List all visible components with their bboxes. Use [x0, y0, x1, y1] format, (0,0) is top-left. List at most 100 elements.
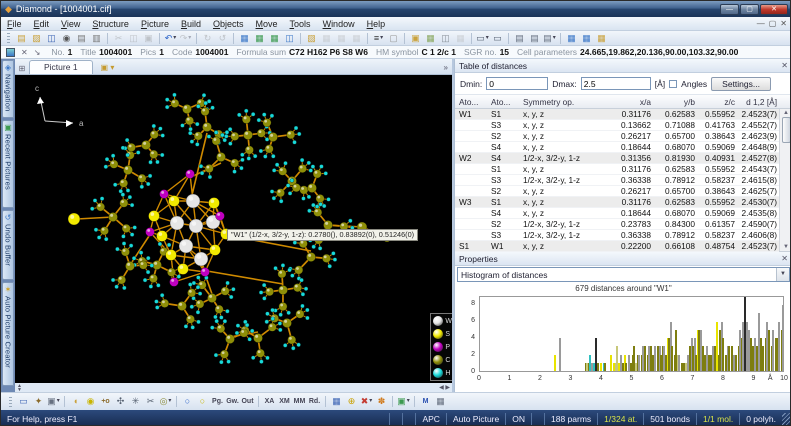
photorealistic-icon[interactable]: ▣▾: [397, 395, 410, 408]
dmax-input[interactable]: [581, 77, 651, 90]
tab-picture-1[interactable]: Picture 1: [29, 60, 93, 74]
page-preview-icon[interactable]: ▤: [75, 32, 88, 45]
close-record-icon[interactable]: ✕: [21, 48, 28, 57]
column-header-1[interactable]: Ato...: [489, 97, 523, 107]
table-row[interactable]: W2S41/2-x, 3/2-y, 1-z0.313560.819300.409…: [455, 153, 779, 164]
menu-view[interactable]: View: [55, 19, 86, 29]
vertical-scroll-spinner[interactable]: ▲▼: [17, 384, 22, 392]
grow-button[interactable]: Gw.: [226, 395, 239, 408]
destroy-fragment-icon[interactable]: ✂: [144, 395, 157, 408]
blank-page-icon[interactable]: ▢: [387, 32, 400, 45]
atom-design-icon[interactable]: ◉: [84, 395, 97, 408]
distances-table[interactable]: W1S1x, y, z0.311760.625830.559522.4523(7…: [455, 109, 779, 251]
rd-button[interactable]: Rd.: [308, 395, 321, 408]
table-mode-icon[interactable]: ≡▾: [372, 32, 385, 45]
blue-circle-icon[interactable]: ○: [181, 395, 194, 408]
scroll-thumb[interactable]: [782, 117, 791, 143]
gallery-icon[interactable]: ▦: [424, 32, 437, 45]
mm-button[interactable]: MM: [293, 395, 306, 408]
undo-icon[interactable]: ↶▾: [164, 32, 177, 45]
layout-2-icon[interactable]: ▤: [528, 32, 541, 45]
tab-overflow-chevron[interactable]: »: [444, 63, 452, 74]
frame-icon[interactable]: ▣▾: [47, 395, 60, 408]
data-sheet-icon[interactable]: ▨: [305, 32, 318, 45]
properties-selector[interactable]: Histogram of distances ▼: [457, 267, 790, 282]
packing-button[interactable]: Pg.: [211, 395, 224, 408]
distances-table-header[interactable]: Ato...Ato...Symmetry op.x/ay/bz/cd 1,2 […: [455, 95, 791, 109]
layout-1-icon[interactable]: ▤: [513, 32, 526, 45]
data-grid-icon[interactable]: ▦: [320, 32, 333, 45]
column-header-2[interactable]: Symmetry op.: [523, 97, 611, 107]
sidebar-tab-auto-picture-creator[interactable]: ✶Auto Picture Creator: [2, 282, 14, 386]
close-button[interactable]: ✕: [760, 4, 788, 15]
redo-icon[interactable]: ↷▾: [179, 32, 192, 45]
picture-wizard-icon[interactable]: ▦: [253, 32, 266, 45]
cell-edges-icon[interactable]: ▦: [330, 395, 343, 408]
layout-3-icon[interactable]: ▤▾: [543, 32, 556, 45]
copy-picture-icon[interactable]: ◫: [439, 32, 452, 45]
sidebar-tab-navigation[interactable]: ◈Navigation: [2, 60, 14, 118]
mdi-close-button[interactable]: ✕: [780, 19, 787, 28]
picture-disabled-icon[interactable]: ▦: [454, 32, 467, 45]
data-grid-2-icon[interactable]: ▦: [335, 32, 348, 45]
column-header-0[interactable]: Ato...: [455, 97, 489, 107]
menu-file[interactable]: File: [1, 19, 28, 29]
picture-tools-icon[interactable]: ✦: [32, 395, 45, 408]
viewport-icon[interactable]: ▭: [17, 395, 30, 408]
scroll-up-icon[interactable]: ▲: [783, 110, 789, 116]
angles-checkbox[interactable]: [669, 80, 677, 88]
picture-creator-icon[interactable]: ▦: [268, 32, 281, 45]
monitor-2-icon[interactable]: ▭: [491, 32, 504, 45]
properties-close-icon[interactable]: ✕: [781, 254, 788, 263]
minimize-button[interactable]: —: [720, 4, 739, 15]
new-structure-picture-icon[interactable]: ▦: [238, 32, 251, 45]
blank-picture-icon[interactable]: ◫: [283, 32, 296, 45]
properties-view-icon[interactable]: ▦: [565, 32, 578, 45]
copy-icon[interactable]: ◫: [127, 32, 140, 45]
xm-button[interactable]: XM: [278, 395, 291, 408]
save-icon[interactable]: ◫: [45, 32, 58, 45]
table-scrollbar[interactable]: ▲ ▼: [779, 109, 791, 251]
mdi-restore-button[interactable]: ▢: [769, 19, 777, 28]
chevron-down-icon[interactable]: ▼: [776, 268, 789, 281]
table-row[interactable]: S3x, y, z0.136620.710880.417632.4552(7): [455, 120, 779, 131]
table-row[interactable]: W1S1x, y, z0.311760.625830.559522.4523(7…: [455, 109, 779, 120]
dmin-input[interactable]: [486, 77, 548, 90]
scroll-down-icon[interactable]: ▼: [783, 244, 789, 250]
goto-record-icon[interactable]: ↘: [34, 48, 41, 57]
molecule-orange-icon[interactable]: ✽: [375, 395, 388, 408]
new-picture-tab-button[interactable]: ▣ ▾: [101, 63, 115, 74]
resize-grip[interactable]: [782, 413, 791, 425]
table-row[interactable]: S2x, y, z0.262170.657000.386432.4623(9): [455, 131, 779, 142]
monitor-icon[interactable]: ▭▾: [476, 32, 489, 45]
new-document-icon[interactable]: ▤: [15, 32, 28, 45]
cut-icon[interactable]: ✂: [112, 32, 125, 45]
menu-move[interactable]: Move: [250, 19, 284, 29]
bonds-icon[interactable]: ✣: [114, 395, 127, 408]
menu-build[interactable]: Build: [175, 19, 207, 29]
data-grid-3-icon[interactable]: ▦: [350, 32, 363, 45]
open-folder-icon[interactable]: ▨: [30, 32, 43, 45]
table-row[interactable]: S4x, y, z0.186440.680700.590692.4648(9): [455, 142, 779, 153]
find-icon[interactable]: ◉: [60, 32, 73, 45]
add-atoms-button[interactable]: +o: [99, 395, 112, 408]
menu-help[interactable]: Help: [361, 19, 392, 29]
column-header-3[interactable]: x/a: [611, 97, 655, 107]
column-header-4[interactable]: y/b: [655, 97, 699, 107]
xa-button[interactable]: XA: [263, 395, 276, 408]
menu-edit[interactable]: Edit: [28, 19, 56, 29]
settings-button[interactable]: Settings...: [711, 77, 771, 91]
mdi-minimize-button[interactable]: —: [757, 19, 765, 28]
histogram-view-icon[interactable]: ▦: [580, 32, 593, 45]
refresh-icon[interactable]: ↺: [216, 32, 229, 45]
new-picture-icon[interactable]: ▣: [409, 32, 422, 45]
out-button[interactable]: Out: [241, 395, 254, 408]
menu-picture[interactable]: Picture: [135, 19, 175, 29]
window-titlebar[interactable]: ◆ Diamond - [1004001.cif] — ▢ ✕: [1, 1, 791, 17]
sidebar-tab-recent-pictures[interactable]: ▣Recent Pictures: [2, 120, 14, 208]
table-row[interactable]: S1W1x, y, z0.222000.661080.487542.4523(7…: [455, 241, 779, 252]
filter-atoms-icon[interactable]: ◎▾: [159, 395, 172, 408]
paste-icon[interactable]: ▣: [142, 32, 155, 45]
origin-crosshair-icon[interactable]: ⊕: [345, 395, 358, 408]
table-row[interactable]: S31/2-x, 3/2-y, 1-z0.363380.789120.58237…: [455, 230, 779, 241]
